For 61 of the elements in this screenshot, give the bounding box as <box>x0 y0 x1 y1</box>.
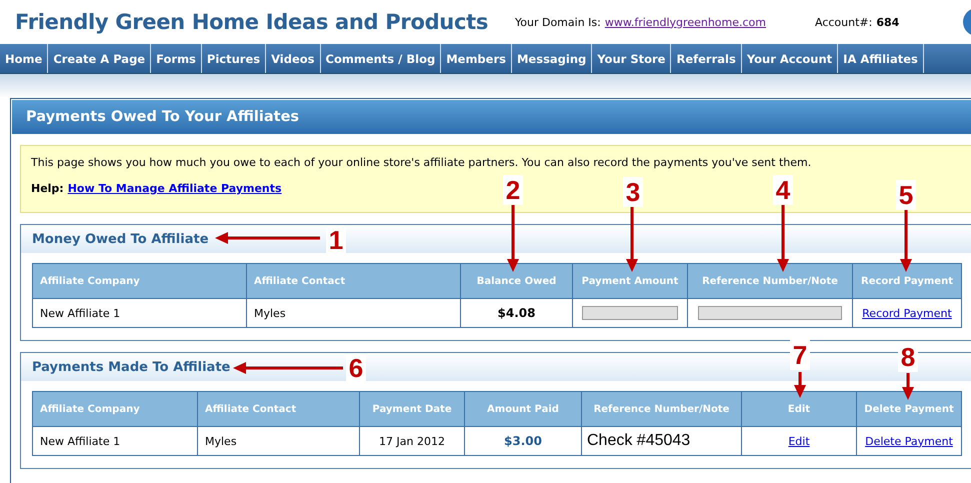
callout-number: 5 <box>896 180 916 210</box>
table-link[interactable]: Edit <box>788 434 810 448</box>
panel-title: Payments Owed To Your Affiliates <box>12 100 971 134</box>
callout-number: 4 <box>773 175 793 205</box>
info-text: This page shows you how much you owe to each of your online store's affiliate partners. You can also record the payments you've sent them. <box>31 156 812 169</box>
input-field[interactable] <box>698 306 842 320</box>
column-header: Record Payment <box>852 264 962 298</box>
callout-number: 7 <box>790 340 810 370</box>
domain-link[interactable]: www.friendlygreenhome.com <box>604 16 766 28</box>
column-header: Delete Payment <box>856 392 962 426</box>
callout-number: 1 <box>326 225 346 255</box>
column-header: Balance Owed <box>460 264 572 298</box>
column-header: Amount Paid <box>464 392 582 426</box>
nav-item[interactable]: Pictures <box>202 44 266 73</box>
nav-item[interactable]: Messaging <box>512 44 592 73</box>
nav-item[interactable]: Referrals <box>671 44 742 73</box>
site-title: Friendly Green Home Ideas and Products <box>15 10 490 34</box>
table-cell: Check #45043 <box>582 426 742 456</box>
callout-number: 6 <box>346 353 366 383</box>
table-cell: 17 Jan 2012 <box>360 426 464 456</box>
help-link[interactable]: How To Manage Affiliate Payments <box>68 182 282 195</box>
nav-item[interactable]: Your Store <box>592 44 672 73</box>
arrow-icon <box>902 373 914 400</box>
nav-item[interactable]: Members <box>441 44 512 73</box>
table-cell: New Affiliate 1 <box>32 298 246 328</box>
nav-item[interactable]: Comments / Blog <box>320 44 442 73</box>
column-header: Affiliate Contact <box>198 392 360 426</box>
input-field[interactable] <box>582 306 678 320</box>
column-header: Payment Date <box>360 392 464 426</box>
column-header: Affiliate Company <box>32 392 198 426</box>
arrow-icon <box>507 205 519 272</box>
column-header: Reference Number/Note <box>582 392 742 426</box>
arrow-icon <box>900 210 912 272</box>
account-number: 684 <box>876 16 900 28</box>
arrow-icon <box>794 372 806 398</box>
nav-item[interactable]: Forms <box>151 44 202 73</box>
arrow-icon <box>233 362 343 374</box>
arrow-icon <box>777 205 789 272</box>
table-cell: $4.08 <box>460 298 572 328</box>
table-cell: Myles <box>246 298 460 328</box>
nav-item[interactable]: IA Affiliates <box>838 44 924 73</box>
nav-item[interactable]: Your Account <box>742 44 838 73</box>
column-header: Affiliate Contact <box>246 264 460 298</box>
table-cell: New Affiliate 1 <box>32 426 198 456</box>
domain-label: Your Domain Is: <box>515 16 601 28</box>
column-header: Affiliate Company <box>32 264 246 298</box>
help-label: Help: <box>31 182 64 195</box>
account-label: Account#: <box>815 16 872 28</box>
help-icon[interactable] <box>961 7 971 37</box>
column-header: Payment Amount <box>572 264 688 298</box>
table-cell: Myles <box>198 426 360 456</box>
nav-item[interactable]: Create A Page <box>48 44 152 73</box>
column-header: Reference Number/Note <box>688 264 852 298</box>
arrow-icon <box>626 207 638 272</box>
arrow-icon <box>215 232 320 244</box>
table-cell: $3.00 <box>464 426 582 456</box>
nav-item[interactable]: Videos <box>266 44 321 73</box>
nav-item[interactable]: Home <box>0 44 48 73</box>
callout-number: 3 <box>623 177 643 207</box>
callout-number: 2 <box>503 175 523 205</box>
column-header: Edit <box>742 392 856 426</box>
